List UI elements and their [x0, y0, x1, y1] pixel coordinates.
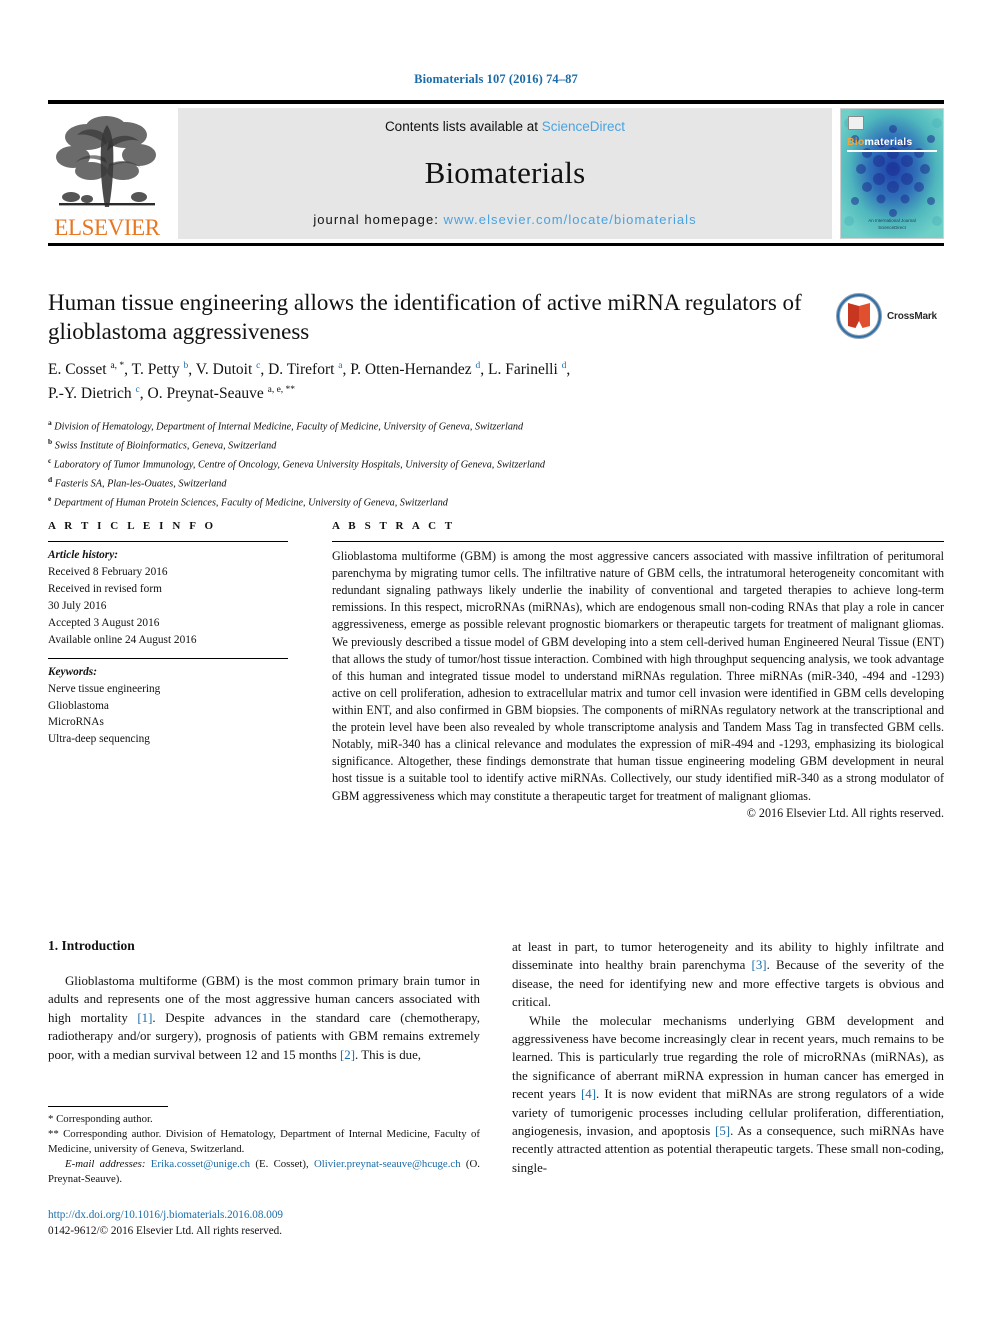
affiliation-item: e Department of Human Protein Sciences, … — [48, 493, 448, 509]
homepage-prefix: journal homepage: — [313, 211, 444, 227]
cover-publisher-badge — [848, 115, 864, 130]
author-line-1: E. Cosset a, *, T. Petty b, V. Dutoit c,… — [48, 358, 944, 382]
page-title: Human tissue engineering allows the iden… — [48, 290, 802, 345]
author-l-farinelli: L. Farinelli d, — [488, 360, 571, 378]
abstract-rule — [332, 541, 944, 542]
footnote-corresponding-1: * Corresponding author. — [48, 1113, 153, 1125]
author-py-dietrich: P.-Y. Dietrich c, — [48, 384, 148, 402]
history-online: Available online 24 August 2016 — [48, 633, 197, 646]
keyword-item: MicroRNAs — [48, 716, 104, 729]
history-revised-date: 30 July 2016 — [48, 599, 107, 612]
section-heading-introduction: 1. Introduction — [48, 938, 135, 953]
intro-paragraph-left: Glioblastoma multiforme (GBM) is the mos… — [48, 974, 480, 1062]
masthead-bottom-rule — [48, 242, 944, 246]
info-abstract-section: A R T I C L E I N F O Article history: R… — [48, 520, 944, 821]
footnote-block: * Corresponding author. ** Corresponding… — [48, 1106, 480, 1188]
cover-title-bio: Bio — [847, 135, 865, 148]
intro-paragraph-right-2: While the molecular mechanisms underlyin… — [512, 1013, 944, 1175]
email-label: E-mail addresses: — [65, 1158, 146, 1171]
author-list: E. Cosset a, *, T. Petty b, V. Dutoit c,… — [48, 358, 944, 405]
affiliation-item: a Division of Hematology, Department of … — [48, 418, 524, 433]
affiliation-list: a Division of Hematology, Department of … — [48, 417, 748, 512]
journal-homepage-line: journal homepage: www.elsevier.com/locat… — [313, 212, 696, 227]
running-head: Biomaterials 107 (2016) 74–87 — [414, 72, 578, 86]
abstract-copyright: © 2016 Elsevier Ltd. All rights reserved… — [746, 805, 944, 820]
affiliation-item: d Fasteris SA, Plan-les-Ouates, Switzerl… — [48, 474, 227, 490]
keywords-group: Keywords: Nerve tissue engineering Gliob… — [48, 659, 288, 758]
cover-title: Biomaterials — [847, 136, 912, 148]
author-e-cosset: E. Cosset a, *, — [48, 360, 132, 378]
contents-prefix: Contents lists available at — [384, 118, 542, 134]
cover-footer-line2: ScienceDirect — [878, 224, 906, 230]
email-link-preynat-seauve[interactable]: Olivier.preynat-seauve@hcuge.ch — [314, 1158, 461, 1170]
author-d-tirefort: D. Tirefort a, — [268, 360, 351, 378]
abstract-heading: A B S T R A C T — [332, 520, 456, 532]
body-column-right: at least in part, to tumor heterogeneity… — [512, 938, 944, 1177]
citation-ref-1[interactable]: [1] — [137, 1011, 152, 1025]
doi-link[interactable]: http://dx.doi.org/10.1016/j.biomaterials… — [48, 1207, 480, 1223]
paper-page: Biomaterials 107 (2016) 74–87 ELSEVIER C… — [0, 0, 992, 1323]
keywords-label: Keywords: — [48, 665, 97, 678]
keyword-item: Glioblastoma — [48, 699, 109, 712]
masthead-center: Contents lists available at ScienceDirec… — [178, 107, 832, 239]
crossmark-badge[interactable]: CrossMark — [836, 290, 944, 342]
abstract-column: A B S T R A C T Glioblastoma multiforme … — [316, 520, 944, 821]
cover-title-materials: materials — [864, 135, 913, 148]
citation-ref-2[interactable]: [2] — [340, 1048, 355, 1062]
author-line-2: P.-Y. Dietrich c, O. Preynat-Seauve a, e… — [48, 382, 944, 406]
citation-ref-5[interactable]: [5] — [715, 1124, 730, 1138]
author-t-petty: T. Petty b, — [131, 360, 196, 378]
journal-cover-thumbnail: Biomaterials An International Journal Sc… — [840, 107, 944, 239]
history-revised: Received in revised form — [48, 582, 162, 595]
contents-available-line: Contents lists available at ScienceDirec… — [385, 119, 625, 134]
affiliation-item: b Swiss Institute of Bioinformatics, Gen… — [48, 436, 277, 452]
intro-paragraph-right-1: at least in part, to tumor heterogeneity… — [512, 940, 944, 1010]
article-history-label: Article history: — [48, 549, 118, 561]
citation-ref-3[interactable]: [3] — [752, 958, 767, 972]
elsevier-wordmark: ELSEVIER — [54, 214, 160, 240]
author-o-preynat-seauve: O. Preynat-Seauve a, e, ** — [147, 384, 296, 402]
cover-footer-line1: An International Journal — [868, 218, 916, 223]
crossmark-icon — [836, 293, 882, 339]
journal-masthead: ELSEVIER Contents lists available at Sci… — [48, 100, 944, 246]
journal-homepage-link[interactable]: www.elsevier.com/locate/biomaterials — [444, 212, 697, 227]
issn-copyright: 0142-9612/© 2016 Elsevier Ltd. All right… — [48, 1225, 283, 1238]
article-info-heading: A R T I C L E I N F O — [48, 520, 217, 532]
citation-ref-4[interactable]: [4] — [581, 1087, 596, 1101]
cover-underline — [847, 149, 937, 152]
article-history-group: Article history: Received 8 February 201… — [48, 542, 288, 658]
sciencedirect-link[interactable]: ScienceDirect — [542, 119, 625, 134]
keyword-item: Nerve tissue engineering — [48, 682, 161, 695]
abstract-text: Glioblastoma multiforme (GBM) is among t… — [332, 549, 944, 803]
author-v-dutoit: V. Dutoit c, — [195, 360, 269, 378]
footer-doi-block: http://dx.doi.org/10.1016/j.biomaterials… — [48, 1207, 480, 1239]
keyword-item: Ultra-deep sequencing — [48, 733, 150, 746]
history-accepted: Accepted 3 August 2016 — [48, 616, 160, 629]
masthead-top-rule — [48, 100, 944, 104]
footnote-emails: E-mail addresses: Erika.cosset@unige.ch … — [48, 1158, 480, 1186]
elsevier-logo: ELSEVIER — [48, 108, 166, 239]
crossmark-label: CrossMark — [887, 310, 937, 322]
history-received: Received 8 February 2016 — [48, 565, 168, 578]
cover-footer: An International Journal ScienceDirect — [841, 218, 943, 232]
email-link-cosset[interactable]: Erika.cosset@unige.ch — [151, 1158, 250, 1170]
elsevier-tree-icon — [56, 115, 156, 207]
journal-title: Biomaterials — [424, 154, 586, 190]
article-info-column: A R T I C L E I N F O Article history: R… — [48, 520, 316, 821]
footnote-rule — [48, 1106, 168, 1107]
affiliation-item: c Laboratory of Tumor Immunology, Centre… — [48, 455, 546, 471]
footnote-corresponding-2: ** Corresponding author. Division of Hem… — [48, 1128, 480, 1156]
author-p-otten-hernandez: P. Otten-Hernandez d, — [350, 360, 489, 378]
title-block: Human tissue engineering allows the iden… — [48, 288, 944, 346]
